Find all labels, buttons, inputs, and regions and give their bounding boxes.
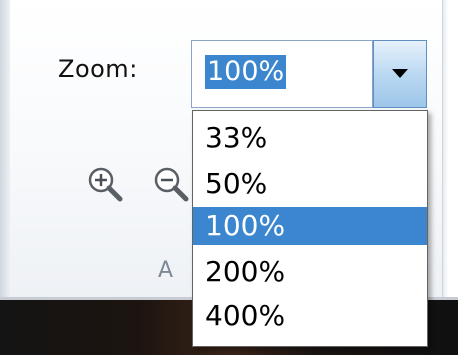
zoom-option-label: 33%: [205, 121, 268, 154]
zoom-option-200[interactable]: 200%: [193, 253, 427, 291]
zoom-option-100[interactable]: 100%: [193, 207, 427, 245]
zoom-input[interactable]: 100%: [191, 40, 373, 108]
ribbon-group-label: A: [158, 258, 174, 283]
zoom-value: 100%: [205, 55, 287, 89]
zoom-in-button[interactable]: [84, 163, 128, 207]
ribbon-window: Zoom: 100% A 33% 50% 100% 200% 400%: [0, 0, 458, 355]
zoom-combobox[interactable]: 100%: [191, 40, 429, 108]
zoom-out-icon: [154, 167, 189, 202]
zoom-option-400[interactable]: 400%: [193, 297, 427, 335]
zoom-out-button[interactable]: [150, 163, 194, 207]
zoom-dropdown-button[interactable]: [373, 40, 427, 108]
zoom-option-label: 200%: [205, 255, 286, 288]
zoom-option-33[interactable]: 33%: [193, 119, 427, 157]
zoom-option-label: 100%: [205, 209, 286, 242]
dropdown-arrow-icon: [392, 69, 408, 78]
ribbon-separator: [442, 0, 443, 300]
zoom-in-icon: [88, 167, 123, 202]
zoom-label: Zoom:: [58, 55, 138, 83]
zoom-option-label: 50%: [205, 167, 268, 200]
zoom-dropdown-list: 33% 50% 100% 200% 400%: [192, 110, 428, 347]
zoom-option-50[interactable]: 50%: [193, 165, 427, 203]
zoom-option-label: 400%: [205, 299, 286, 332]
